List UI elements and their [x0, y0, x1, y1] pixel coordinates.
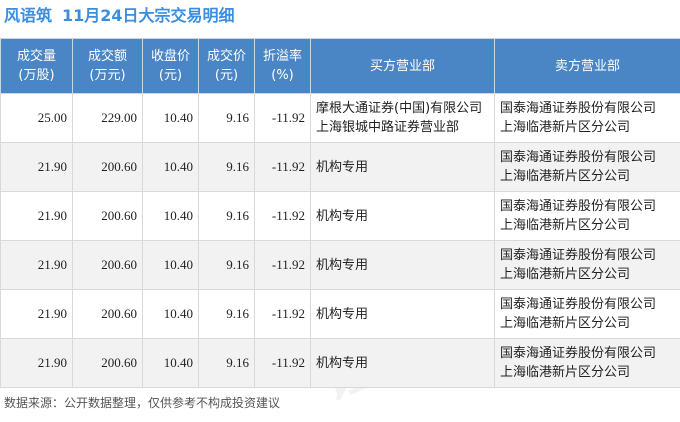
volume-cell: 21.90	[1, 241, 73, 290]
dept-name-line: 国泰海通证券股份有限公司	[500, 295, 675, 314]
trade-price-cell: 9.16	[199, 339, 255, 388]
column-header-label: 收盘价	[151, 49, 190, 64]
title-heading: 11月24日大宗交易明细	[62, 6, 235, 25]
seller-dept-cell: 国泰海通证券股份有限公司上海临港新片区分公司	[495, 290, 680, 339]
dept-name-line: 上海临港新片区分公司	[500, 363, 675, 382]
column-header: 买方营业部	[311, 39, 495, 94]
column-header: 折溢率 (%)	[255, 39, 311, 94]
volume-cell: 21.90	[1, 143, 73, 192]
dept-name-line: 机构专用	[316, 354, 489, 373]
volume-cell: 25.00	[1, 94, 73, 143]
close-price-cell: 10.40	[143, 241, 199, 290]
premium-rate-cell: -11.92	[255, 339, 311, 388]
amount-cell: 229.00	[73, 94, 143, 143]
column-header: 卖方营业部	[495, 39, 680, 94]
stock-name: 风语筑	[4, 6, 52, 25]
table-row: 21.90200.6010.409.16-11.92 机构专用国泰海通证券股份有限…	[1, 290, 680, 339]
dept-name-line: 上海临港新片区分公司	[500, 118, 675, 137]
trade-price-cell: 9.16	[199, 143, 255, 192]
column-header-label: 成交量	[17, 49, 56, 64]
dept-name-line: 机构专用	[316, 158, 489, 177]
column-header-label: 成交价	[207, 49, 246, 64]
column-header-label: 折溢率	[263, 49, 302, 64]
buyer-dept-cell: 机构专用	[311, 290, 495, 339]
premium-rate-cell: -11.92	[255, 290, 311, 339]
column-header-label: 成交额	[88, 49, 127, 64]
seller-dept-cell: 国泰海通证券股份有限公司上海临港新片区分公司	[495, 94, 680, 143]
dept-name-line: 上海临港新片区分公司	[500, 216, 675, 235]
dept-name-line: 上海临港新片区分公司	[500, 167, 675, 186]
dept-name-line: 国泰海通证券股份有限公司	[500, 344, 675, 363]
close-price-cell: 10.40	[143, 94, 199, 143]
seller-dept-cell: 国泰海通证券股份有限公司上海临港新片区分公司	[495, 339, 680, 388]
column-header: 成交额 (万元)	[73, 39, 143, 94]
amount-cell: 200.60	[73, 339, 143, 388]
volume-cell: 21.90	[1, 290, 73, 339]
seller-dept-cell: 国泰海通证券股份有限公司上海临港新片区分公司	[495, 143, 680, 192]
dept-name-line: 摩根大通证券(中国)有限公司	[316, 99, 489, 118]
trade-price-cell: 9.16	[199, 192, 255, 241]
table-row: 21.90200.6010.409.16-11.92 机构专用国泰海通证券股份有限…	[1, 143, 680, 192]
block-trade-table: 成交量 (万股) 成交额 (万元) 收盘价 (元) 成交价 (元) 折溢率 (%) 买方营业部 卖方营…	[0, 38, 680, 388]
dept-name-line: 上海临港新片区分公司	[500, 265, 675, 284]
table-body: 25.00229.0010.409.16-11.92摩根大通证券(中国)有限公司…	[1, 94, 680, 388]
premium-rate-cell: -11.92	[255, 94, 311, 143]
page-title: 风语筑 11月24日大宗交易明细	[4, 4, 235, 28]
amount-cell: 200.60	[73, 143, 143, 192]
premium-rate-cell: -11.92	[255, 143, 311, 192]
table-row: 25.00229.0010.409.16-11.92摩根大通证券(中国)有限公司…	[1, 94, 680, 143]
trade-price-cell: 9.16	[199, 94, 255, 143]
trade-price-cell: 9.16	[199, 241, 255, 290]
dept-name-line: 上海银城中路证券营业部	[316, 118, 489, 137]
table-row: 21.90200.6010.409.16-11.92 机构专用国泰海通证券股份有限…	[1, 192, 680, 241]
buyer-dept-cell: 机构专用	[311, 143, 495, 192]
close-price-cell: 10.40	[143, 143, 199, 192]
column-header-label: 卖方营业部	[555, 59, 620, 74]
close-price-cell: 10.40	[143, 339, 199, 388]
premium-rate-cell: -11.92	[255, 241, 311, 290]
dept-name-line: 国泰海通证券股份有限公司	[500, 99, 675, 118]
table-row: 21.90200.6010.409.16-11.92 机构专用国泰海通证券股份有限…	[1, 241, 680, 290]
dept-name-line: 机构专用	[316, 256, 489, 275]
column-header-unit: (%)	[271, 68, 294, 83]
volume-cell: 21.90	[1, 192, 73, 241]
trade-price-cell: 9.16	[199, 290, 255, 339]
dept-name-line: 国泰海通证券股份有限公司	[500, 197, 675, 216]
column-header-unit: (元)	[215, 68, 238, 83]
buyer-dept-cell: 摩根大通证券(中国)有限公司上海银城中路证券营业部	[311, 94, 495, 143]
column-header-label: 买方营业部	[370, 59, 435, 74]
table-header-row: 成交量 (万股) 成交额 (万元) 收盘价 (元) 成交价 (元) 折溢率 (%) 买方营业部 卖方营…	[1, 39, 680, 94]
amount-cell: 200.60	[73, 192, 143, 241]
column-header: 成交价 (元)	[199, 39, 255, 94]
dept-name-line: 国泰海通证券股份有限公司	[500, 148, 675, 167]
dept-name-line: 国泰海通证券股份有限公司	[500, 246, 675, 265]
amount-cell: 200.60	[73, 290, 143, 339]
column-header-unit: (元)	[159, 68, 182, 83]
buyer-dept-cell: 机构专用	[311, 192, 495, 241]
dept-name-line: 机构专用	[316, 207, 489, 226]
column-header-unit: (万元)	[89, 68, 125, 83]
amount-cell: 200.60	[73, 241, 143, 290]
close-price-cell: 10.40	[143, 290, 199, 339]
column-header: 成交量 (万股)	[1, 39, 73, 94]
buyer-dept-cell: 机构专用	[311, 241, 495, 290]
seller-dept-cell: 国泰海通证券股份有限公司上海临港新片区分公司	[495, 241, 680, 290]
close-price-cell: 10.40	[143, 192, 199, 241]
table-row: 21.90200.6010.409.16-11.92 机构专用国泰海通证券股份有限…	[1, 339, 680, 388]
premium-rate-cell: -11.92	[255, 192, 311, 241]
seller-dept-cell: 国泰海通证券股份有限公司上海临港新片区分公司	[495, 192, 680, 241]
dept-name-line: 上海临港新片区分公司	[500, 314, 675, 333]
column-header-unit: (万股)	[18, 68, 54, 83]
dept-name-line: 机构专用	[316, 305, 489, 324]
volume-cell: 21.90	[1, 339, 73, 388]
buyer-dept-cell: 机构专用	[311, 339, 495, 388]
data-source-note: 数据来源：公开数据整理，仅供参考不构成投资建议	[4, 394, 280, 411]
column-header: 收盘价 (元)	[143, 39, 199, 94]
